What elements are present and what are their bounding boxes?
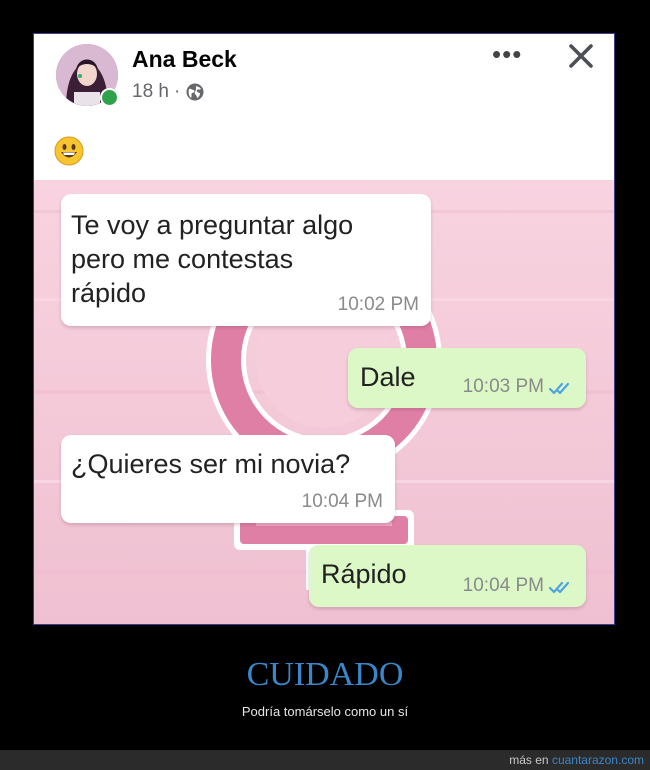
caption-subtitle: Podría tomárselo como un sí — [241, 704, 409, 719]
message-time: 10:04 PM — [462, 575, 544, 596]
globe-icon[interactable] — [185, 82, 205, 102]
message-text: ¿Quieres ser mi novia? — [71, 449, 351, 479]
footer-site-link[interactable]: cuantarazon.com — [552, 753, 644, 767]
message-bubble-incoming[interactable]: ¿Quieres ser mi novia? 10:04 PM — [61, 435, 395, 523]
chat-screenshot: Te voy a preguntar algo pero me contesta… — [34, 180, 614, 624]
message-text: Dale — [360, 362, 416, 392]
post-header: Ana Beck 18 h · ••• — [34, 34, 614, 180]
message-time: 10:04 PM — [301, 491, 383, 512]
post-meta: 18 h · — [132, 81, 205, 103]
message-text: Te voy a preguntar algo pero me contesta… — [71, 208, 353, 310]
close-icon[interactable] — [567, 42, 595, 70]
read-receipt-icon — [548, 581, 570, 594]
message-text-line: rápido — [71, 278, 147, 308]
message-time: 10:03 PM — [462, 376, 544, 397]
message-text-line: Te voy a preguntar algo — [71, 210, 354, 240]
meta-separator: · — [173, 81, 181, 102]
footer-text: más en cuantarazon.com — [509, 753, 644, 767]
author-name[interactable]: Ana Beck — [132, 46, 237, 73]
message-bubble-incoming[interactable]: Te voy a preguntar algo pero me contesta… — [61, 194, 431, 326]
online-status-indicator — [100, 88, 119, 107]
grinning-face-emoji — [54, 136, 84, 166]
caption-title: CUIDADO — [246, 656, 404, 693]
post-time[interactable]: 18 h — [132, 81, 169, 103]
more-horizontal-icon[interactable]: ••• — [492, 41, 522, 67]
message-bubble-outgoing[interactable]: Rápido 10:04 PM — [309, 545, 586, 607]
message-text-line: pero me contestas — [71, 244, 294, 274]
facebook-post-screenshot: Ana Beck 18 h · ••• Te voy a preguntar a… — [33, 33, 615, 625]
read-receipt-icon — [548, 382, 570, 395]
footer-prefix: más en — [509, 753, 549, 767]
message-time: 10:02 PM — [337, 294, 419, 315]
message-text: Rápido — [321, 559, 407, 589]
message-bubble-outgoing[interactable]: Dale 10:03 PM — [348, 348, 586, 408]
footer-bar: más en cuantarazon.com — [0, 750, 650, 770]
